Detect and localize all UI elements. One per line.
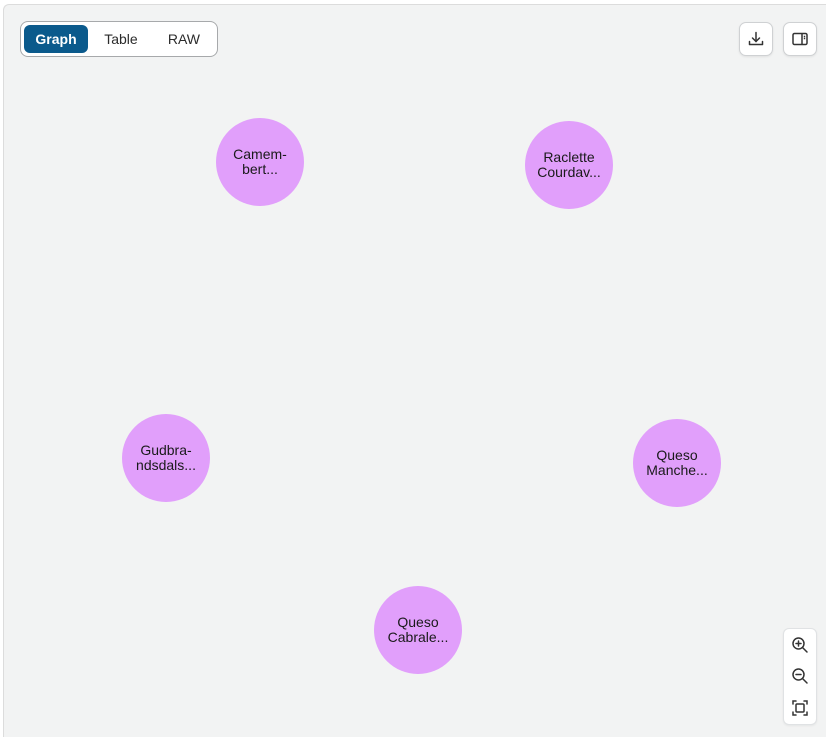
node-label-line1: Raclette bbox=[543, 149, 595, 165]
node-label-line1: Queso bbox=[397, 614, 439, 630]
zoom-out-button[interactable] bbox=[785, 661, 815, 691]
node-label-line2: Courdav... bbox=[537, 164, 601, 180]
tab-table[interactable]: Table bbox=[88, 25, 154, 53]
node-label-line2: Manche... bbox=[646, 462, 708, 478]
zoom-in-icon bbox=[792, 637, 808, 653]
node-label-line2: bert... bbox=[242, 161, 278, 177]
download-button[interactable] bbox=[739, 22, 773, 56]
zoom-controls bbox=[783, 628, 817, 725]
tab-graph[interactable]: Graph bbox=[24, 25, 88, 53]
node-label-line1: Gudbra- bbox=[140, 442, 192, 458]
graph-node[interactable]: Queso Manche... bbox=[633, 419, 721, 507]
side-panel-icon bbox=[792, 32, 808, 46]
graph-node[interactable]: Gudbra- ndsdals... bbox=[122, 414, 210, 502]
graph-node[interactable]: Queso Cabrale... bbox=[374, 586, 462, 674]
node-label-line1: Queso bbox=[656, 447, 698, 463]
node-label-line2: ndsdals... bbox=[136, 457, 196, 473]
zoom-out-icon bbox=[792, 668, 808, 685]
fit-to-screen-button[interactable] bbox=[785, 693, 815, 723]
graph-node[interactable]: Raclette Courdav... bbox=[525, 121, 613, 209]
node-label-line1: Camem- bbox=[233, 146, 287, 162]
download-icon bbox=[748, 31, 764, 46]
view-tabs: Graph Table RAW bbox=[20, 21, 218, 57]
toggle-panel-button[interactable] bbox=[783, 22, 817, 56]
node-label-line2: Cabrale... bbox=[387, 629, 449, 645]
tab-raw[interactable]: RAW bbox=[154, 25, 214, 53]
fit-to-screen-icon bbox=[792, 700, 808, 716]
graph-node[interactable]: Camem- bert... bbox=[216, 118, 304, 206]
zoom-in-button[interactable] bbox=[785, 630, 815, 660]
